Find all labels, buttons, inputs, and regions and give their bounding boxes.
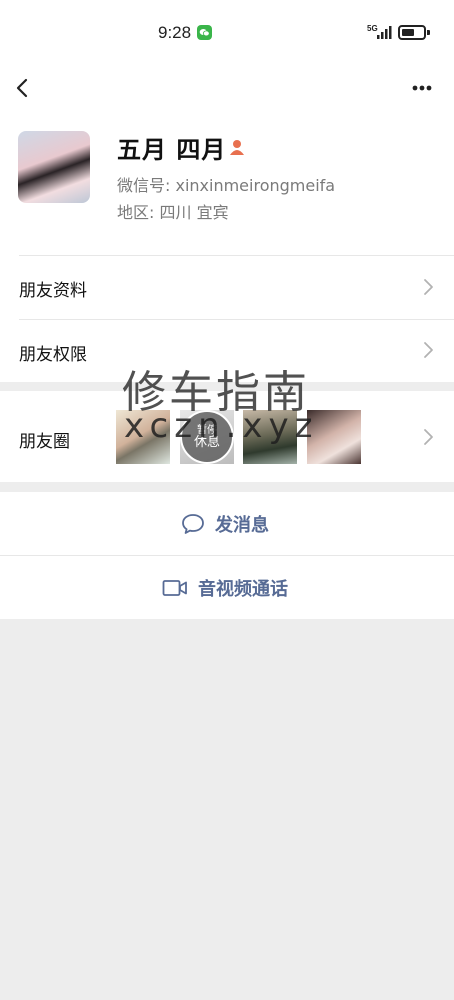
chevron-right-icon bbox=[424, 342, 433, 358]
moments-thumbnail bbox=[243, 410, 297, 464]
moments-thumbnail bbox=[307, 410, 361, 464]
row-friend-profile-label: 朋友资料 bbox=[19, 281, 87, 301]
rest-status-badge: 暂停 休息 bbox=[180, 410, 234, 464]
moments-thumbnail bbox=[116, 410, 170, 464]
wechat-notification-icon bbox=[197, 25, 212, 40]
profile-name: 五月 四月 bbox=[117, 136, 227, 164]
row-friend-permissions-label: 朋友权限 bbox=[19, 345, 87, 365]
video-camera-icon bbox=[162, 579, 187, 596]
video-call-button[interactable]: 音视频通话 bbox=[0, 556, 454, 619]
chevron-right-icon bbox=[424, 429, 433, 445]
send-message-label: 发消息 bbox=[215, 514, 269, 536]
status-time: 9:28 bbox=[158, 23, 192, 42]
divider bbox=[19, 255, 454, 256]
rest-status-label: 休息 bbox=[193, 434, 220, 450]
divider bbox=[19, 319, 454, 320]
chevron-right-icon bbox=[424, 279, 433, 295]
battery-icon bbox=[398, 25, 426, 40]
wechat-id: 微信号: xinxinmeirongmeifa bbox=[117, 176, 336, 195]
moments-thumbnails bbox=[116, 410, 366, 464]
battery-tip bbox=[427, 30, 430, 35]
back-button[interactable] bbox=[10, 74, 38, 102]
chevron-left-icon bbox=[16, 78, 28, 98]
battery-level bbox=[402, 29, 414, 36]
send-message-button[interactable]: 发消息 bbox=[0, 492, 454, 555]
status-bar: 9:28 5G bbox=[0, 0, 454, 66]
row-moments-label: 朋友圈 bbox=[19, 432, 70, 452]
rest-status-top: 暂停 bbox=[197, 424, 217, 436]
chat-bubble-icon bbox=[182, 513, 204, 534]
profile-header: 五月 四月 微信号: xinxinmeirongmeifa 地区: 四川 宜宾 bbox=[0, 110, 454, 255]
row-friend-profile[interactable]: 朋友资料 bbox=[0, 255, 454, 319]
ellipsis-icon bbox=[412, 85, 432, 91]
nav-bar bbox=[0, 66, 454, 110]
row-friend-permissions[interactable]: 朋友权限 bbox=[0, 319, 454, 382]
more-button[interactable] bbox=[406, 74, 438, 102]
signal-icon bbox=[377, 26, 392, 39]
region: 地区: 四川 宜宾 bbox=[117, 203, 229, 222]
video-call-label: 音视频通话 bbox=[198, 578, 288, 600]
female-user-icon bbox=[230, 140, 244, 155]
avatar[interactable] bbox=[18, 131, 90, 203]
